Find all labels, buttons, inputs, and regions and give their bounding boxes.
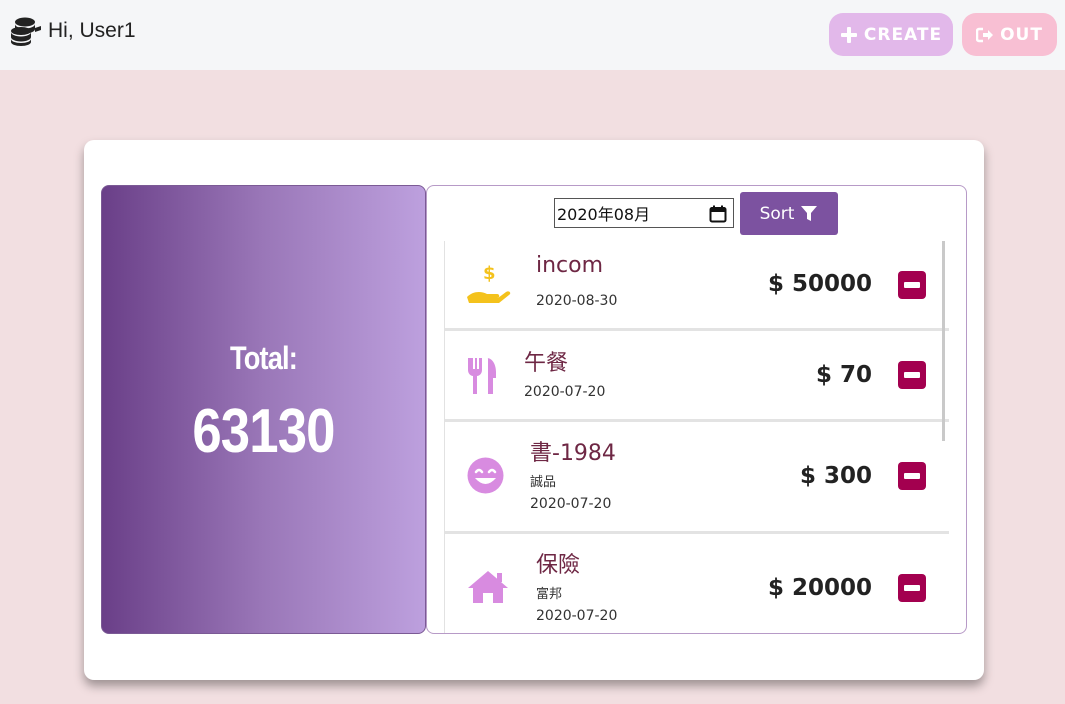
list-item: $ incom 2020-08-30 $ 50000 [445,241,949,331]
logout-button-label: OUT [1000,24,1043,45]
month-picker[interactable]: 2020年08月 [554,198,734,228]
month-picker-value: 2020年08月 [557,205,651,224]
home-icon [468,571,508,603]
smile-icon [467,457,504,494]
item-amount: $ 70 [815,362,872,388]
total-value: 63130 [192,397,335,466]
top-navbar: Hi, User1 CREATE OUT [0,0,1065,70]
delete-button[interactable] [898,574,926,602]
list-item: 書-1984 誠品 2020-07-20 $ 300 [445,422,949,534]
delete-button[interactable] [898,361,926,389]
item-amount: $ 50000 [767,271,872,297]
item-date: 2020-08-30 [536,293,618,309]
create-button[interactable]: CREATE [829,13,953,56]
brand: Hi, User1 [10,15,136,47]
sort-button[interactable]: Sort [740,192,838,235]
logout-button[interactable]: OUT [962,13,1057,56]
greeting-text: Hi, User1 [48,19,136,42]
item-date: 2020-07-20 [524,384,606,400]
hand-coin-icon: $ [467,263,511,303]
item-date: 2020-07-20 [530,496,612,512]
summary-card: Total: 63130 2020年08月 Sort $ incom 2020-… [84,140,984,680]
records-list[interactable]: $ incom 2020-08-30 $ 50000 午餐 2020-07-20… [444,241,949,633]
create-button-label: CREATE [863,24,943,45]
utensils-icon [468,358,496,394]
list-item: 午餐 2020-07-20 $ 70 [445,331,949,422]
item-amount: $ 300 [799,463,872,489]
total-panel: Total: 63130 [101,185,426,634]
svg-text:$: $ [483,263,496,284]
item-note: 誠品 [530,475,557,490]
total-label: Total: [230,340,298,376]
delete-button[interactable] [898,271,926,299]
filter-icon [801,205,818,221]
item-name: incom [536,253,604,278]
sort-button-label: Sort [759,203,795,224]
delete-button[interactable] [898,462,926,490]
coins-icon [11,17,41,46]
records-panel: 2020年08月 Sort $ incom 2020-08-30 $ 50000… [426,185,967,634]
item-date: 2020-07-20 [536,608,618,624]
item-name: 保險 [536,553,581,578]
plus-icon [840,26,857,43]
item-name: 午餐 [524,351,569,376]
list-scrollbar[interactable] [942,241,945,441]
calendar-icon[interactable] [709,205,727,223]
item-amount: $ 20000 [767,575,872,601]
sign-out-icon [976,27,994,42]
item-note: 富邦 [536,587,563,602]
item-name: 書-1984 [530,441,616,466]
list-item: 保險 富邦 2020-07-20 $ 20000 [445,534,949,633]
